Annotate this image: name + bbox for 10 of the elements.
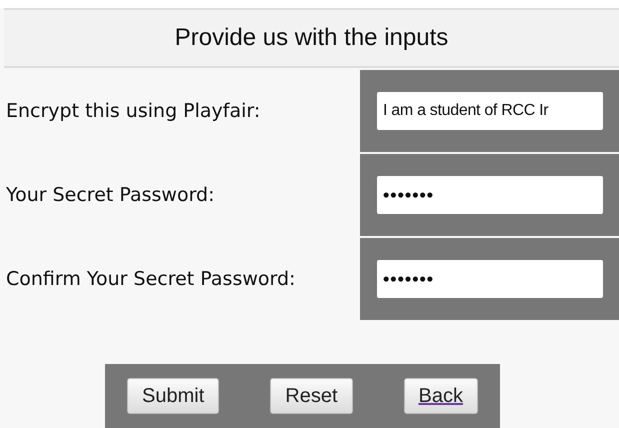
field-label: Your Secret Password:	[5, 183, 216, 208]
field-label: Confirm Your Secret Password:	[5, 267, 296, 292]
input-field[interactable]: I am a student of RCC Ir	[377, 92, 603, 130]
input-field[interactable]: •••••••	[377, 176, 603, 214]
form-button[interactable]: Reset	[270, 378, 353, 414]
field-label: Encrypt this using Playfair:	[5, 99, 262, 124]
input-field[interactable]: •••••••	[377, 260, 603, 298]
back-link-button[interactable]: Back	[404, 378, 478, 414]
form-title: Provide us with the inputs	[174, 24, 448, 52]
form-button[interactable]: Submit	[127, 378, 220, 414]
